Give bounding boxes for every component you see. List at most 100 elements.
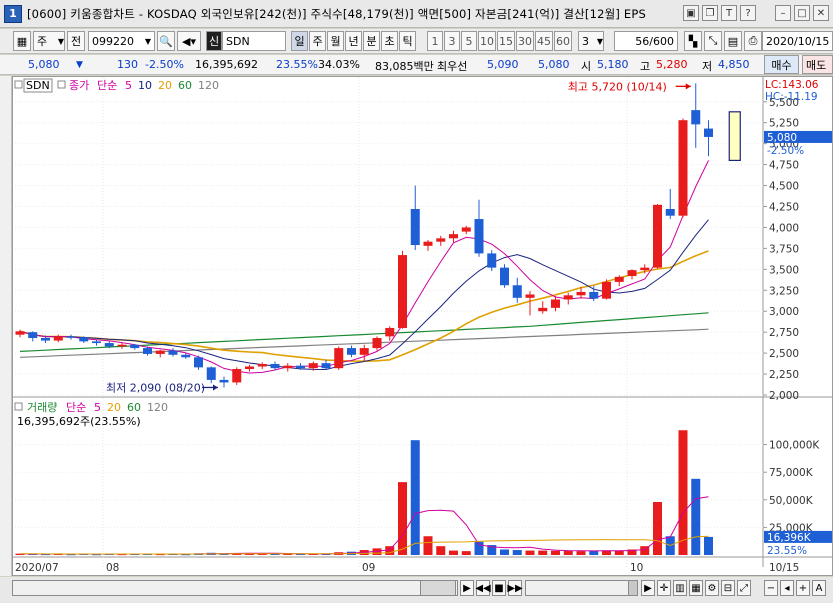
settings-icon[interactable]: ⚙: [705, 580, 719, 596]
date-label: 10: [630, 562, 643, 574]
scope-button[interactable]: 전: [67, 31, 85, 51]
close-icon[interactable]: ✕: [813, 5, 829, 21]
period-button[interactable]: 일: [291, 31, 308, 51]
scroll-right-end-icon[interactable]: ▶: [641, 580, 655, 596]
lock-icon[interactable]: ⊟: [721, 580, 735, 596]
date-label: 2020/07: [15, 562, 59, 574]
period-button[interactable]: 분: [363, 31, 380, 51]
low-annotation: 최저 2,090 (08/20): [106, 381, 205, 394]
candle-body: [206, 367, 216, 380]
candle-body: [500, 267, 509, 286]
data-count-field[interactable]: 56/600: [614, 31, 678, 51]
minute-button[interactable]: 1: [427, 31, 443, 51]
candle-body: [538, 307, 548, 312]
minute-button[interactable]: 60: [554, 31, 572, 51]
candle-body: [614, 276, 624, 282]
speaker-icon[interactable]: ◀▾: [177, 31, 201, 51]
fast-forward-icon[interactable]: ▶▶: [507, 580, 523, 596]
candle-body: [130, 344, 140, 349]
zoom-in-icon[interactable]: +: [796, 580, 810, 596]
grid-tool-icon[interactable]: ▚: [684, 31, 702, 51]
volume-bar: [691, 478, 701, 555]
crosshair-icon[interactable]: ✛: [657, 580, 671, 596]
stock-name-field[interactable]: SDN: [222, 31, 286, 51]
last-change-label: -2.50%: [767, 145, 804, 157]
price-tick-label: 3,750: [769, 243, 799, 255]
best-buy: 5,080: [538, 58, 570, 71]
zoom-thumb[interactable]: [628, 580, 638, 596]
pin-icon[interactable]: T: [721, 5, 737, 21]
date-field[interactable]: 2020/10/15: [762, 31, 833, 51]
volume-bar: [385, 546, 395, 555]
candle-body: [704, 128, 713, 137]
candle-body: [194, 357, 203, 368]
minute-button[interactable]: 15: [497, 31, 515, 51]
text-icon[interactable]: A: [812, 580, 826, 596]
volume-bar: [423, 536, 433, 555]
last-volume-label: 16,396K: [767, 532, 812, 544]
volume-bar: [551, 550, 560, 555]
mode-label: 주: [37, 35, 48, 48]
volume-bar: [436, 546, 446, 555]
period-button[interactable]: 년: [345, 31, 362, 51]
maximize-icon[interactable]: □: [794, 5, 810, 21]
rewind-icon[interactable]: ◀◀: [475, 580, 491, 596]
print-icon[interactable]: ⎙: [744, 31, 762, 51]
candle-body: [92, 341, 101, 344]
credit-badge[interactable]: 신: [206, 31, 222, 51]
toggle-icon[interactable]: ▣: [683, 5, 699, 21]
draw-tool-icon[interactable]: ⤡: [704, 31, 722, 51]
price-tick-label: 3,250: [769, 285, 799, 297]
candle-body: [525, 294, 535, 298]
candle-body: [678, 120, 688, 216]
period-button[interactable]: 틱: [399, 31, 416, 51]
chevron-down-icon: ▼: [57, 36, 64, 46]
zoom-out-icon[interactable]: −: [764, 580, 778, 596]
minute-button[interactable]: 3: [444, 31, 460, 51]
price-tick-label: 4,250: [769, 201, 799, 213]
horizontal-scrollbar[interactable]: [12, 580, 458, 596]
search-icon[interactable]: 🔍: [157, 31, 175, 51]
sell-button[interactable]: 매도: [802, 55, 833, 74]
fullscreen-icon[interactable]: ⤢: [737, 580, 751, 596]
code-input[interactable]: 099220 ▼: [88, 31, 155, 51]
help-icon[interactable]: ?: [740, 5, 756, 21]
minimize-icon[interactable]: –: [775, 5, 791, 21]
chart-type-icon[interactable]: ▦: [689, 580, 703, 596]
minute-button[interactable]: 5: [461, 31, 477, 51]
code-value: 099220: [92, 34, 134, 48]
minute-button[interactable]: 30: [516, 31, 534, 51]
minute-button[interactable]: 10: [478, 31, 496, 51]
candle-body: [53, 336, 63, 341]
period-button[interactable]: 초: [381, 31, 398, 51]
save-icon[interactable]: ▤: [724, 31, 742, 51]
stop-icon[interactable]: ■: [492, 580, 506, 596]
turnover-rate: 34.03%: [318, 58, 360, 71]
low-label: 저: [702, 60, 713, 73]
period-button[interactable]: 주: [309, 31, 326, 51]
scroll-right-icon[interactable]: ▶: [460, 580, 474, 596]
scroll-left-icon[interactable]: ◂: [780, 580, 794, 596]
layout-icon[interactable]: ▦: [13, 31, 31, 51]
candle-body: [15, 331, 25, 335]
zoom-slider[interactable]: [525, 580, 635, 596]
mode-select[interactable]: 주 ▼: [33, 31, 65, 51]
bottom-bar: ▶ ◀◀ ■ ▶▶ ▶ ✛ ▥ ▦ ⚙ ⊟ ⤢ − ◂ + A: [0, 577, 833, 603]
period-button[interactable]: 월: [327, 31, 344, 51]
chart-area[interactable]: 5,500 5,250 5,000 4,750 4,500 4,250 4,000 3,750…: [12, 76, 833, 576]
candle-body: [474, 219, 484, 254]
candle-body: [359, 348, 369, 355]
best-label: 최우선: [437, 60, 468, 73]
scroll-thumb[interactable]: [420, 580, 456, 596]
volume-bar: [512, 550, 522, 555]
buy-button[interactable]: 매수: [764, 55, 799, 74]
date-label: 08: [106, 562, 119, 574]
tick-select[interactable]: 3 ▼: [578, 31, 604, 51]
candle-body: [589, 291, 599, 299]
minute-button[interactable]: 45: [535, 31, 553, 51]
bars-icon[interactable]: ▥: [673, 580, 687, 596]
candle-body: [66, 336, 76, 338]
price-tick-label: 2,500: [769, 348, 799, 360]
high-label: 고: [640, 60, 651, 73]
restore-icon[interactable]: ❐: [702, 5, 718, 21]
